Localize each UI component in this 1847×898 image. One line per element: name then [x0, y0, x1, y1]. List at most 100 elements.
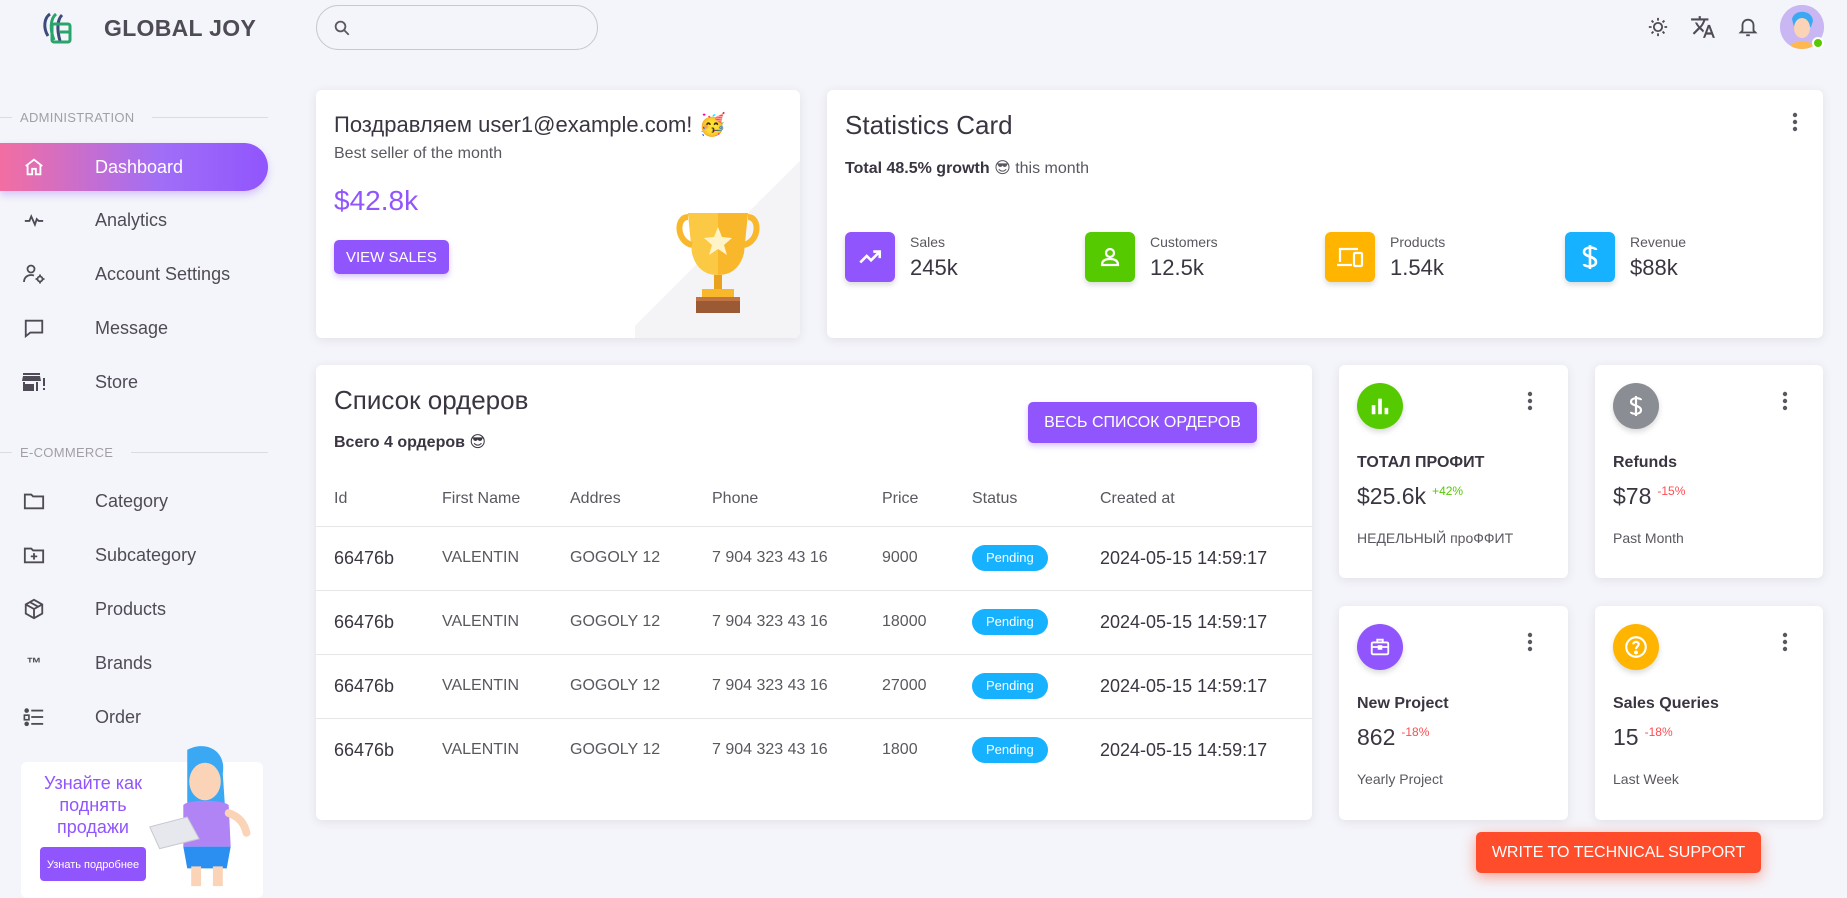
- sidebar: GLOBAL JOY ADMINISTRATION Dashboard Anal…: [0, 0, 268, 898]
- orders-title: Список ордеров: [334, 385, 529, 415]
- order-phone: 7 904 323 43 16: [712, 654, 882, 719]
- card-menu-icon[interactable]: [1775, 389, 1795, 413]
- trophy-icon: [676, 213, 760, 313]
- stat-value: 1.54k: [1390, 254, 1444, 280]
- promo-text: Узнайте как поднять продажи: [44, 773, 142, 837]
- sidebar-item-order[interactable]: Order: [0, 693, 268, 741]
- view-sales-button[interactable]: VIEW SALES: [334, 240, 449, 274]
- order-id: 66476b: [334, 739, 395, 760]
- bar-chart-icon: [1357, 383, 1403, 429]
- order-address: GOGOLY 12: [570, 526, 712, 591]
- order-first-name: VALENTIN: [442, 654, 570, 719]
- search-bar[interactable]: [316, 5, 598, 50]
- help-circle-icon: [1613, 624, 1659, 670]
- mini-card-subtitle: Past Month: [1613, 530, 1684, 546]
- orders-card: Список ордеров Всего 4 ордеров 😎 ВЕСЬ СП…: [316, 365, 1312, 820]
- column-header[interactable]: Price: [882, 473, 972, 527]
- card-menu-icon[interactable]: [1520, 630, 1540, 654]
- card-menu-icon[interactable]: [1775, 630, 1795, 654]
- mini-card-title: New Project: [1357, 695, 1449, 712]
- brightness-icon[interactable]: [1645, 14, 1671, 40]
- mini-card-value: 15: [1613, 724, 1639, 750]
- sidebar-item-dashboard[interactable]: Dashboard: [0, 143, 268, 191]
- cube-icon: [22, 597, 46, 621]
- stat-label: Products: [1390, 233, 1446, 250]
- store-icon: [22, 370, 46, 394]
- account-cog-icon: [22, 262, 46, 286]
- order-first-name: VALENTIN: [442, 590, 570, 655]
- order-first-name: VALENTIN: [442, 741, 520, 759]
- sidebar-item-store[interactable]: Store: [0, 358, 268, 406]
- online-status-indicator: [1812, 37, 1824, 49]
- column-header[interactable]: First Name: [442, 473, 570, 527]
- growth-period: this month: [1015, 160, 1090, 177]
- sidebar-item-products[interactable]: Products: [0, 585, 268, 633]
- order-price: 9000: [882, 526, 972, 591]
- mini-card-delta: -18%: [1644, 725, 1673, 739]
- stat-products: Products 1.54k: [1325, 232, 1445, 282]
- order-id: 66476b: [316, 526, 442, 591]
- order-price: 18000: [882, 590, 972, 655]
- technical-support-button[interactable]: WRITE TO TECHNICAL SUPPORT: [1476, 832, 1761, 873]
- table-row[interactable]: 66476b VALENTIN GOGOLY 12 7 904 323 43 1…: [316, 718, 1312, 782]
- table-row[interactable]: 66476b VALENTIN GOGOLY 12 7 904 323 43 1…: [316, 590, 1312, 655]
- order-price: 27000: [882, 654, 972, 719]
- sidebar-item-message[interactable]: Message: [0, 304, 268, 352]
- status-badge: Pending: [972, 673, 1048, 699]
- orders-subtitle: Всего 4 ордеров 😎: [334, 434, 487, 451]
- statistics-menu-icon[interactable]: [1785, 110, 1805, 134]
- column-header[interactable]: Phone: [712, 473, 882, 527]
- sidebar-item-label: Account Settings: [95, 263, 231, 284]
- account-icon: [1085, 232, 1135, 282]
- mini-card-delta: -18%: [1401, 725, 1430, 739]
- sidebar-item-label: Subcategory: [95, 544, 197, 565]
- stat-value: $88k: [1630, 254, 1678, 280]
- sidebar-item-analytics[interactable]: Analytics: [0, 196, 268, 244]
- table-row[interactable]: 66476b VALENTIN GOGOLY 12 7 904 323 43 1…: [316, 526, 1312, 591]
- card-menu-icon[interactable]: [1520, 389, 1540, 413]
- sidebar-item-subcategory[interactable]: Subcategory: [0, 531, 268, 579]
- brand[interactable]: GLOBAL JOY: [40, 6, 256, 50]
- sidebar-item-label: Category: [95, 490, 169, 511]
- brand-logo-icon: [43, 12, 72, 44]
- sidebar-item-label: Brands: [95, 652, 153, 673]
- promo-button[interactable]: Узнать подробнее: [40, 847, 146, 881]
- order-phone: 7 904 323 43 16: [712, 590, 882, 655]
- column-header[interactable]: Id: [316, 473, 442, 527]
- sidebar-item-category[interactable]: Category: [0, 477, 268, 525]
- mini-card-title: ТОТАЛ ПРОФИТ: [1357, 454, 1485, 471]
- order-address: GOGOLY 12: [570, 590, 712, 655]
- order-created-at: 2024-05-15 14:59:17: [1100, 654, 1312, 719]
- order-created-at: 2024-05-15 14:59:17: [1100, 739, 1268, 760]
- stat-sales: Sales 245k: [845, 232, 958, 282]
- table-row[interactable]: 66476b VALENTIN GOGOLY 12 7 904 323 43 1…: [316, 654, 1312, 719]
- status-badge: Pending: [972, 737, 1048, 764]
- mini-card-title: Sales Queries: [1613, 695, 1719, 712]
- sidebar-item-brands[interactable]: ™ Brands: [0, 639, 268, 687]
- search-input[interactable]: [359, 19, 589, 36]
- status-badge: Pending: [972, 545, 1048, 571]
- congrats-title: Поздравляем user1@example.com! 🥳: [334, 112, 726, 137]
- sidebar-item-account-settings[interactable]: Account Settings: [0, 250, 268, 298]
- mini-card-delta: +42%: [1432, 484, 1464, 498]
- column-header[interactable]: Status: [972, 473, 1100, 527]
- section-title-ecommerce: E-COMMERCE: [0, 445, 268, 460]
- bell-icon[interactable]: [1735, 14, 1761, 40]
- trademark-icon: ™: [26, 654, 42, 672]
- search-icon: [334, 20, 350, 35]
- stat-label: Sales: [910, 233, 946, 250]
- column-header[interactable]: Addres: [570, 473, 712, 527]
- sales-queries-card: Sales Queries 15 -18% Last Week: [1595, 606, 1823, 820]
- mini-card-subtitle: Yearly Project: [1357, 771, 1443, 787]
- order-first-name: VALENTIN: [442, 526, 570, 591]
- column-header[interactable]: Created at: [1100, 473, 1312, 527]
- order-id: 66476b: [316, 590, 442, 655]
- trending-up-icon: [845, 232, 895, 282]
- stat-revenue: Revenue $88k: [1565, 232, 1686, 282]
- translate-icon[interactable]: [1690, 14, 1716, 40]
- all-orders-button[interactable]: ВЕСЬ СПИСОК ОРДЕРОВ: [1028, 402, 1257, 443]
- pulse-icon: [22, 208, 46, 232]
- brand-name: GLOBAL JOY: [104, 14, 257, 41]
- growth-text: Total 48.5% growth: [845, 160, 990, 177]
- stat-value: 245k: [910, 254, 958, 280]
